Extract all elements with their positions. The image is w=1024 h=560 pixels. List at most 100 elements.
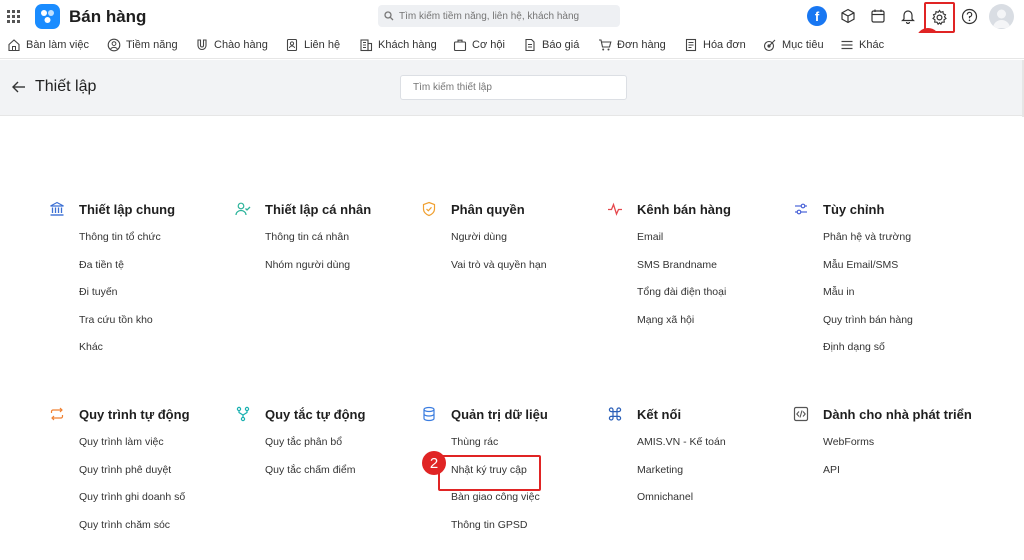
help-icon[interactable] [959,6,979,26]
avatar[interactable] [989,4,1014,29]
shield-check-icon [421,201,437,217]
section-danh-cho-nha-phat-trien: Dành cho nhà phát triển WebForms API [793,405,973,490]
nav-label: Khách hàng [378,39,437,51]
section-title: Phân quyền [451,201,525,217]
setting-link[interactable]: Quy trình chăm sóc [79,518,229,546]
nav-label: Liên hệ [304,39,341,51]
global-search-input[interactable] [399,10,619,22]
nav-item-don-hang[interactable]: Đơn hàng [598,38,666,52]
contact-icon [286,38,298,52]
user-circle-icon [107,38,121,52]
nav-label: Bàn làm việc [26,39,89,51]
setting-link[interactable]: Tổng đài điện thoại [637,285,787,313]
page-title: Thiết lập [35,78,97,95]
section-title: Dành cho nhà phát triển [823,406,972,422]
settings-header: Thiết lập [0,60,1024,116]
bell-icon[interactable] [898,6,918,26]
setting-link[interactable]: Thông tin tổ chức [79,230,229,258]
section-title: Kết nối [637,406,682,422]
setting-link[interactable]: Thông tin GPSD [451,518,601,546]
sliders-icon [793,201,809,217]
nav-item-lien-he[interactable]: Liên hệ [285,38,340,52]
nav-item-chao-hang[interactable]: Chào hàng [195,38,268,52]
nav-item-khac[interactable]: Khác [840,38,884,52]
nav-item-bao-gia[interactable]: Báo giá [523,38,579,52]
building-icon [360,39,373,52]
menu-icon [841,40,853,50]
setting-link[interactable]: WebForms [823,435,973,463]
settings-search[interactable] [400,75,627,100]
settings-search-input[interactable] [413,82,623,93]
setting-link[interactable]: Quy tắc phân bổ [265,435,415,463]
arrow-left-icon[interactable] [11,80,27,94]
nav-label: Đơn hàng [617,39,666,51]
fork-icon [235,406,251,422]
section-thiet-lap-chung: Thiết lập chung Thông tin tổ chức Đa tiề… [49,200,229,368]
section-title: Thiết lập cá nhân [265,201,372,217]
cube-icon[interactable] [838,6,858,26]
calendar-icon[interactable] [868,6,888,26]
setting-link[interactable]: Quy tắc chấm điểm [265,463,415,491]
database-icon [421,406,437,422]
app-grid-icon[interactable] [7,10,20,23]
setting-link[interactable]: Vai trò và quyền hạn [451,258,601,286]
nav-item-muc-tieu[interactable]: Mục tiêu [763,38,824,52]
setting-link[interactable]: Quy trình bán hàng [823,313,973,341]
bank-icon [49,201,65,217]
setting-link[interactable]: Quy trình làm việc [79,435,229,463]
setting-link[interactable]: Nhóm người dùng [265,258,415,286]
setting-link[interactable]: Quy trình phê duyệt [79,463,229,491]
highlight-box [438,455,541,491]
setting-link[interactable]: Tra cứu tồn kho [79,313,229,341]
top-bar: Bán hàng f [0,0,1024,33]
section-title: Quy trình tự động [79,406,190,422]
nav-label: Tiềm năng [126,39,178,51]
nav-label: Chào hàng [214,39,268,51]
section-quy-tac-tu-dong: Quy tắc tự động Quy tắc phân bổ Quy tắc … [235,405,415,490]
section-title: Kênh bán hàng [637,201,731,217]
setting-link[interactable]: Đi tuyến [79,285,229,313]
section-title: Quản trị dữ liệu [451,406,548,422]
setting-link[interactable]: API [823,463,973,491]
nav-item-co-hoi[interactable]: Cơ hội [453,38,505,52]
setting-link[interactable]: Định dạng số [823,340,973,368]
gear-icon [932,9,947,26]
briefcase-icon [453,39,467,52]
section-title: Quy tắc tự động [265,406,366,422]
cart-icon [599,39,612,51]
setting-link[interactable]: Khác [79,340,229,368]
setting-link[interactable]: Quy trình ghi doanh số [79,490,229,518]
nav-item-tiem-nang[interactable]: Tiềm năng [107,38,178,52]
setting-link[interactable]: Mạng xã hội [637,313,787,341]
section-ket-noi: Kết nối AMIS.VN - Kế toán Marketing Omni… [607,405,787,518]
setting-link[interactable]: Omnichanel [637,490,787,518]
facebook-icon[interactable]: f [807,6,827,26]
app-title: Bán hàng [69,7,147,26]
setting-link[interactable]: Email [637,230,787,258]
global-search[interactable] [378,5,620,27]
settings-content: Thiết lập chung Thông tin tổ chức Đa tiề… [0,117,1024,560]
section-title: Tùy chỉnh [823,201,885,217]
main-nav: Bàn làm việc Tiềm năng Chào hàng Liên hệ… [0,33,1024,59]
nav-item-ban-lam-viec[interactable]: Bàn làm việc [7,38,89,52]
nav-label: Khác [859,39,885,51]
nav-item-hoa-don[interactable]: Hóa đơn [684,38,746,52]
setting-link[interactable]: Mẫu in [823,285,973,313]
setting-link[interactable]: AMIS.VN - Kế toán [637,435,787,463]
setting-link[interactable]: Người dùng [451,230,601,258]
section-thiet-lap-ca-nhan: Thiết lập cá nhân Thông tin cá nhân Nhóm… [235,200,415,285]
setting-link[interactable]: Phân hệ và trường [823,230,973,258]
app-logo [35,4,60,29]
setting-link[interactable]: SMS Brandname [637,258,787,286]
nav-item-khach-hang[interactable]: Khách hàng [359,38,437,52]
search-icon [384,11,394,21]
command-icon [607,406,623,422]
setting-link[interactable]: Đa tiền tệ [79,258,229,286]
home-icon [8,39,20,52]
invoice-icon [685,38,697,52]
nav-label: Báo giá [542,39,580,51]
setting-link[interactable]: Mẫu Email/SMS [823,258,973,286]
setting-link[interactable]: Bàn giao công việc [451,490,601,518]
setting-link[interactable]: Thông tin cá nhân [265,230,415,258]
setting-link[interactable]: Marketing [637,463,787,491]
